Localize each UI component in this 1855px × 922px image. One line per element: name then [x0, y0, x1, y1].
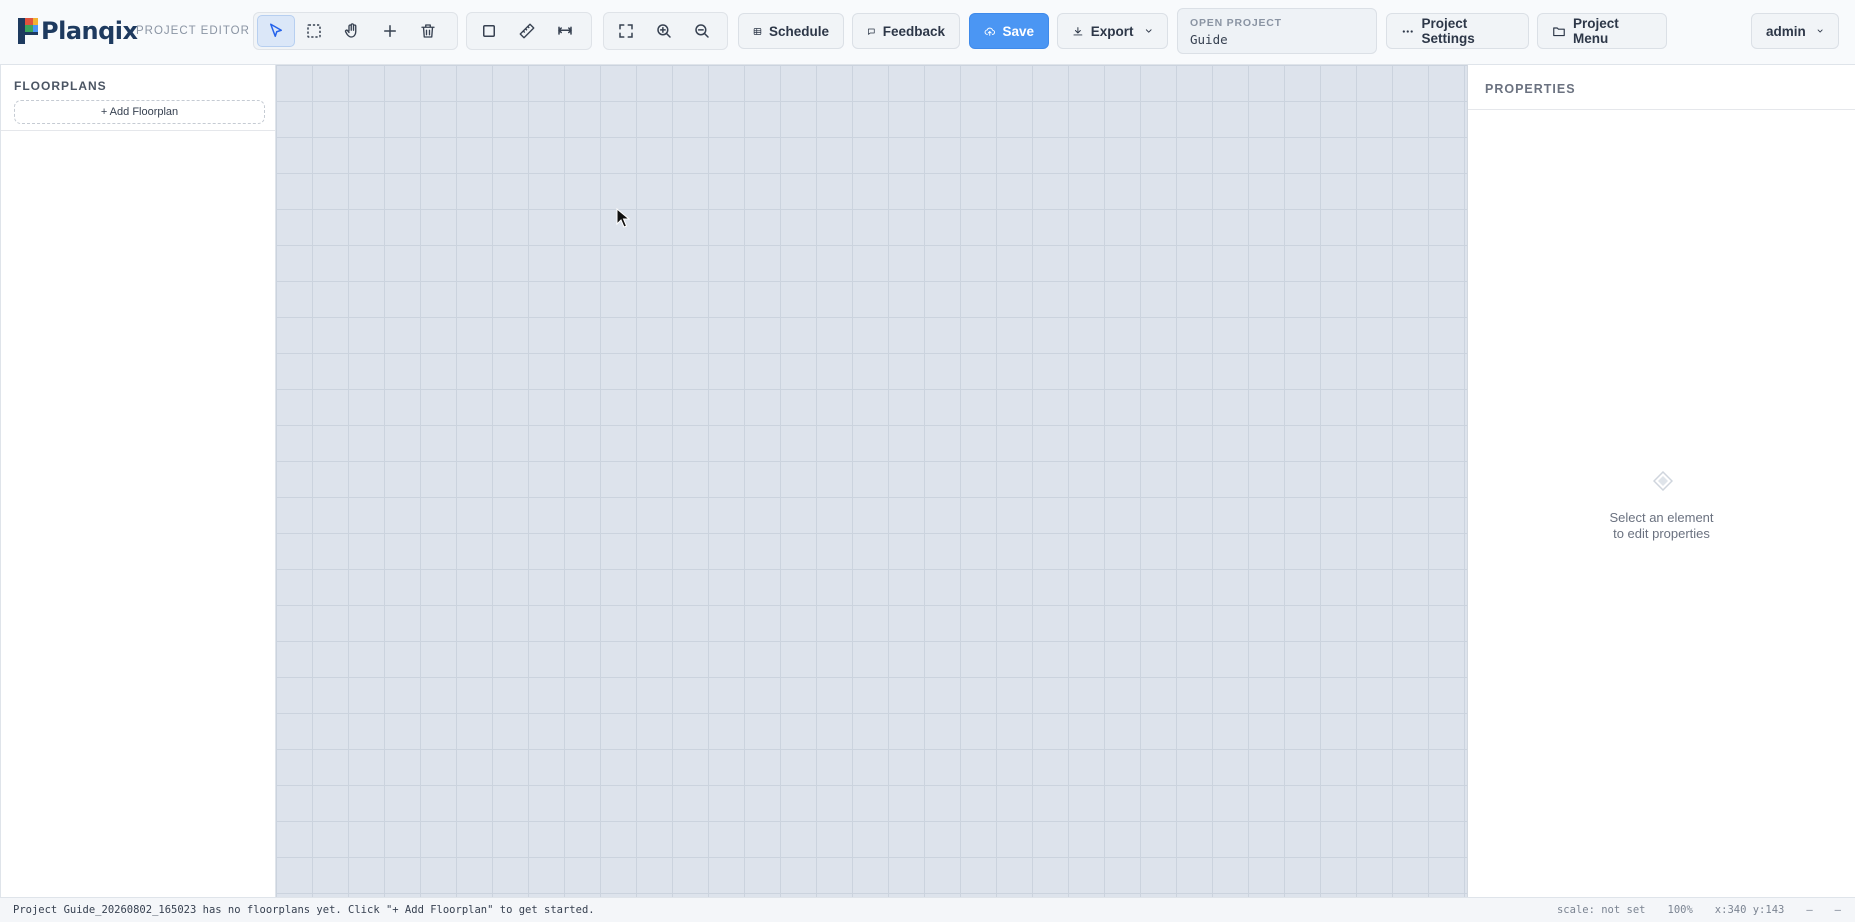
editor-mode-label: PROJECT EDITOR	[136, 25, 250, 37]
project-settings-button[interactable]: Project Settings	[1386, 13, 1529, 49]
status-bar: Project Guide_20260802_165023 has no flo…	[0, 897, 1855, 922]
properties-empty-line1: Select an element	[1609, 510, 1714, 525]
properties-empty-line2: to edit properties	[1613, 526, 1710, 541]
open-project-selector[interactable]: OPEN PROJECT Guide	[1177, 8, 1377, 54]
measure-tool-button[interactable]	[508, 15, 546, 47]
zoom-out-icon	[695, 24, 709, 38]
properties-empty-message: Select an element to edit properties	[1468, 510, 1855, 542]
hand-icon	[344, 23, 357, 38]
status-info: scale: not set 100% x:340 y:143 – –	[1557, 904, 1841, 916]
table-icon	[753, 27, 762, 35]
more-dots-icon	[1402, 29, 1413, 33]
scale-readout: scale: not set	[1556, 904, 1646, 916]
save-button[interactable]: Save	[969, 13, 1049, 49]
pan-tool-button[interactable]	[333, 15, 371, 47]
add-tool-button[interactable]	[371, 15, 409, 47]
select-tool-button[interactable]	[257, 15, 295, 47]
app-name: Planqix	[41, 17, 138, 45]
schedule-label: Schedule	[768, 23, 829, 39]
add-floorplan-button[interactable]: + Add Floorplan	[14, 100, 265, 124]
floorplans-sidebar: FLOORPLANS + Add Floorplan	[0, 65, 276, 897]
diamond-icon	[1653, 471, 1673, 491]
floorplans-title: FLOORPLANS	[14, 79, 107, 93]
floorplans-header: FLOORPLANS + Add Floorplan	[1, 65, 275, 131]
dimension-tool-button[interactable]	[546, 15, 584, 47]
zoom-in-icon	[657, 24, 671, 38]
app-logo[interactable]: Planqix	[16, 14, 138, 48]
fit-screen-button[interactable]	[607, 15, 645, 47]
mouse-cursor-icon	[616, 208, 630, 228]
status-message: Project Guide_20260802_165023 has no flo…	[13, 904, 595, 916]
status-extra-2: –	[1834, 904, 1841, 916]
edit-tools-group	[253, 12, 458, 50]
chevron-down-icon	[1817, 29, 1823, 33]
folder-icon	[1553, 26, 1565, 36]
cloud-upload-icon	[984, 27, 995, 36]
cursor-coords: x:340 y:143	[1714, 904, 1785, 916]
rectangle-tool-button[interactable]	[470, 15, 508, 47]
feedback-button[interactable]: Feedback	[852, 13, 960, 49]
chevron-down-icon	[1145, 29, 1152, 33]
properties-panel: PROPERTIES Select an element to edit pro…	[1468, 65, 1855, 897]
fit-screen-icon	[619, 24, 633, 38]
zoom-readout: 100%	[1667, 904, 1693, 916]
planqix-logo-icon	[18, 18, 38, 44]
save-label: Save	[1002, 23, 1034, 39]
ruler-icon	[519, 23, 535, 39]
export-label: Export	[1090, 23, 1134, 39]
view-tools-group	[603, 12, 728, 50]
trash-icon	[421, 24, 435, 38]
square-icon	[483, 25, 495, 37]
project-settings-label: Project Settings	[1421, 16, 1475, 46]
zoom-out-button[interactable]	[683, 15, 721, 47]
marquee-tool-button[interactable]	[295, 15, 333, 47]
pointer-icon	[270, 23, 282, 37]
open-project-label: OPEN PROJECT	[1190, 17, 1282, 29]
marquee-select-icon	[307, 24, 321, 38]
schedule-button[interactable]: Schedule	[738, 13, 844, 49]
top-toolbar: Planqix PROJECT EDITOR Schedule Feedback…	[0, 0, 1855, 65]
status-extra-1: –	[1806, 904, 1813, 916]
user-name: admin	[1766, 23, 1806, 39]
draw-tools-group	[466, 12, 592, 50]
export-dropdown[interactable]: Export	[1057, 13, 1168, 49]
plus-icon	[384, 25, 396, 37]
open-project-name: Guide	[1190, 32, 1228, 47]
project-menu-button[interactable]: Project Menu	[1537, 13, 1667, 49]
editor-canvas[interactable]	[276, 65, 1468, 897]
project-menu-label: Project Menu	[1572, 16, 1619, 46]
dimension-icon	[557, 26, 573, 35]
delete-tool-button[interactable]	[409, 15, 447, 47]
feedback-label: Feedback	[882, 23, 945, 39]
chat-bubble-icon	[868, 28, 875, 35]
user-menu-button[interactable]: admin	[1751, 13, 1839, 49]
zoom-in-button[interactable]	[645, 15, 683, 47]
properties-title: PROPERTIES	[1468, 65, 1855, 110]
download-icon	[1073, 26, 1083, 35]
